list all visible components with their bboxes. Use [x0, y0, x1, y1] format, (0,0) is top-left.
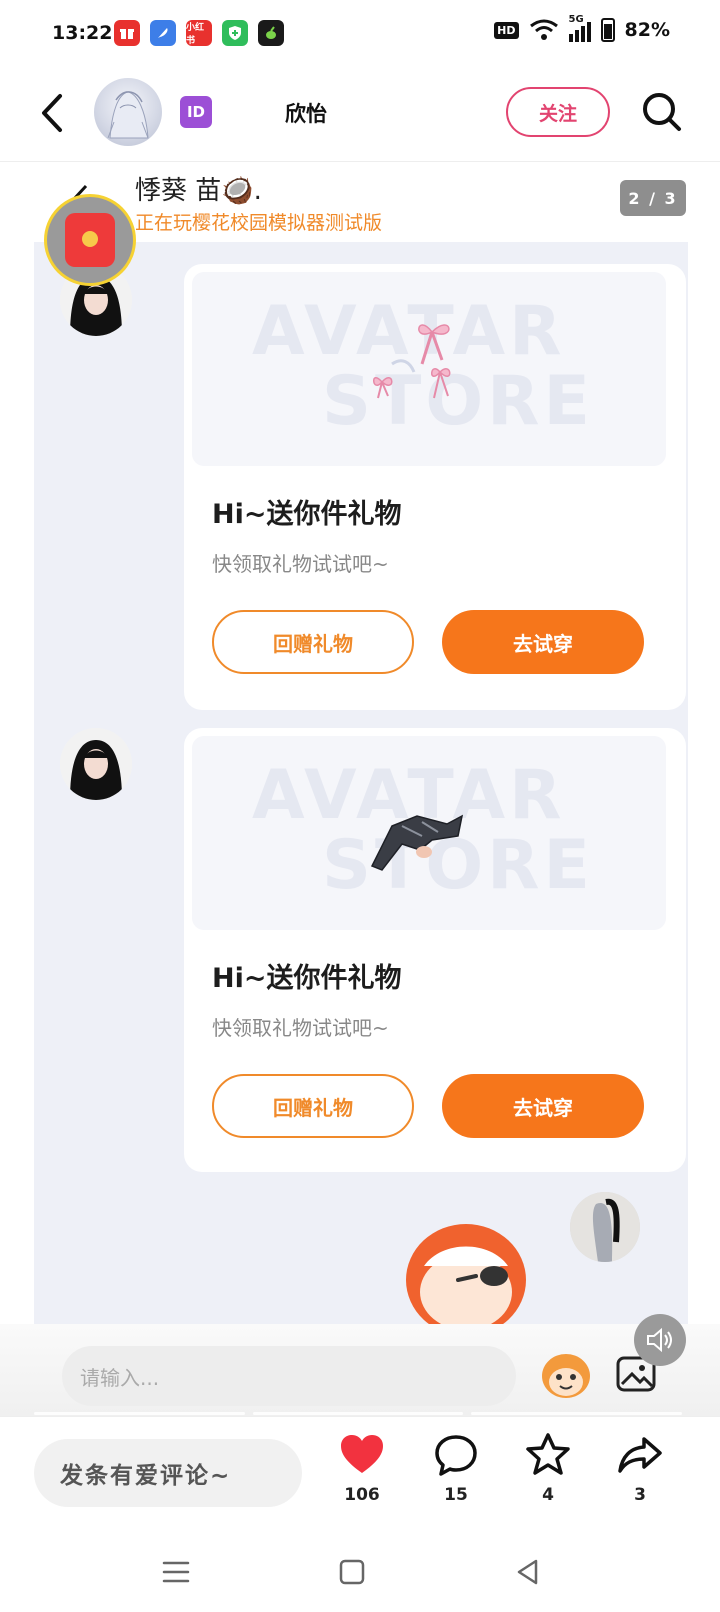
comment-bubble-icon — [435, 1435, 477, 1476]
progress-segment — [471, 1412, 683, 1415]
gift-subtitle: 快领取礼物试试吧~ — [212, 1016, 389, 1040]
recipient-avatar — [570, 1192, 640, 1262]
gift-app-icon — [114, 20, 140, 46]
gift-preview: AVATAR STORE — [192, 272, 666, 466]
home-nav-button[interactable] — [334, 1554, 370, 1590]
system-navigation-bar — [0, 1528, 720, 1612]
shield-app-icon — [222, 20, 248, 46]
notification-icons: 小红书 — [114, 20, 284, 46]
return-gift-button: 回赠礼物 — [212, 610, 414, 674]
emoji-icon — [542, 1354, 590, 1398]
black-jacket-icon — [370, 814, 464, 871]
sender-avatar — [60, 728, 132, 800]
gift-title: Hi~送你件礼物 — [212, 499, 402, 530]
progress-segment — [252, 1412, 464, 1415]
speaker-icon — [647, 1327, 672, 1353]
gift-preview: AVATAR STORE — [192, 736, 666, 930]
comment-count: 15 — [444, 1485, 468, 1505]
playing-status: 正在玩樱花校园模拟器测试版 — [135, 212, 383, 234]
pink-bow-icon — [373, 324, 451, 399]
comment-button[interactable]: 15 — [416, 1431, 496, 1521]
contact-name: 悸葵 苗🥥. — [135, 176, 262, 206]
status-time: 13:22 — [52, 22, 113, 44]
id-badge: ID — [180, 96, 212, 128]
triangle-back-icon — [517, 1559, 538, 1585]
gift-title: Hi~送你件礼物 — [212, 963, 402, 994]
author-avatar[interactable] — [94, 78, 162, 146]
share-button[interactable]: 3 — [600, 1431, 680, 1521]
return-gift-button: 回赠礼物 — [212, 1074, 414, 1138]
search-icon — [643, 93, 681, 131]
plant-app-icon — [258, 20, 284, 46]
menu-nav-button[interactable] — [158, 1554, 194, 1590]
status-bar: 13:22 小红书 HD 5G 82% — [0, 0, 720, 66]
search-button[interactable] — [640, 90, 684, 134]
network-type: 5G — [568, 14, 584, 25]
share-count: 3 — [634, 1485, 646, 1505]
sound-toggle-button[interactable] — [634, 1314, 686, 1366]
hd-icon: HD — [494, 21, 519, 39]
follow-button[interactable]: 关注 — [506, 87, 610, 137]
gift-message-card: AVATAR STORE Hi~送你件礼物 快领取礼物试试吧~ 回赠礼物 去试穿 — [184, 264, 686, 710]
chevron-left-icon — [42, 94, 62, 132]
star-icon — [526, 1433, 570, 1475]
gift-message-card: AVATAR STORE Hi~送你件礼物 快领取礼物试试吧~ 回赠礼物 去试穿 — [184, 728, 686, 1172]
chat-input-bar: 请输入... — [0, 1314, 720, 1416]
back-button[interactable] — [32, 88, 72, 138]
status-indicators: HD 5G 82% — [494, 14, 670, 42]
favorite-button[interactable]: 4 — [508, 1431, 588, 1521]
favorite-count: 4 — [542, 1485, 554, 1505]
red-packet-icon — [65, 213, 115, 267]
gift-subtitle: 快领取礼物试试吧~ — [212, 552, 389, 576]
red-packet-button[interactable] — [44, 194, 136, 286]
home-square-icon — [339, 1559, 365, 1585]
chat-input-field: 请输入... — [62, 1346, 516, 1406]
like-button[interactable]: 106 — [322, 1431, 402, 1521]
share-arrow-icon — [618, 1437, 662, 1473]
back-nav-button[interactable] — [510, 1554, 546, 1590]
battery-icon — [600, 18, 615, 42]
cartoon-sticker — [406, 1224, 526, 1324]
anime-character-illustration — [107, 91, 149, 139]
menu-icon — [162, 1561, 190, 1583]
try-on-button: 去试穿 — [442, 610, 644, 674]
heart-icon — [341, 1435, 383, 1473]
image-page-indicator: 2 / 3 — [620, 180, 686, 216]
like-count: 106 — [344, 1485, 380, 1505]
wifi-icon — [529, 19, 558, 40]
comment-input-button[interactable]: 发条有爱评论~ — [34, 1439, 302, 1507]
author-name[interactable]: 欣怡 — [285, 98, 327, 128]
post-image[interactable]: AVATAR STORE Hi~送你件礼物 快领取礼物试试吧~ 回赠礼物 去试穿 — [0, 162, 720, 1324]
try-on-button: 去试穿 — [442, 1074, 644, 1138]
battery-percent: 82% — [624, 19, 670, 41]
signal-icon: 5G — [568, 14, 591, 42]
post-header: ID 欣怡 关注 — [0, 66, 720, 162]
progress-segment — [34, 1412, 245, 1415]
feather-app-icon — [150, 20, 176, 46]
chat-screenshot: AVATAR STORE Hi~送你件礼物 快领取礼物试试吧~ 回赠礼物 去试穿 — [34, 242, 688, 1324]
xiaohongshu-app-icon: 小红书 — [186, 20, 212, 46]
post-action-bar: 发条有爱评论~ 106 15 4 3 — [0, 1416, 720, 1528]
